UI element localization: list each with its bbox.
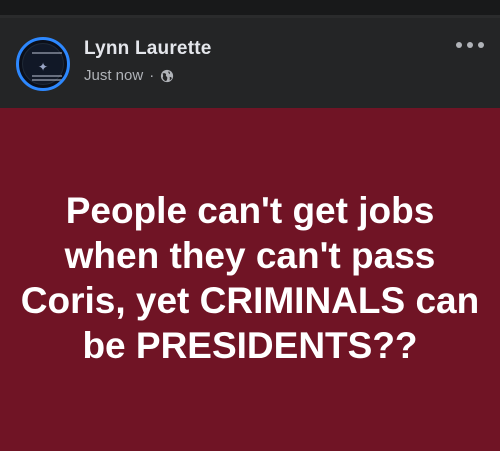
post-header: ✦ Lynn Laurette Just now · bbox=[0, 18, 500, 108]
post-meta: Just now · bbox=[84, 67, 174, 84]
post-background: People can't get jobs when they can't pa… bbox=[0, 108, 500, 451]
more-options-icon[interactable] bbox=[456, 38, 484, 52]
avatar[interactable]: ✦ bbox=[16, 37, 70, 91]
avatar-logo-text-line bbox=[32, 52, 62, 54]
top-bar bbox=[0, 0, 500, 18]
more-dot bbox=[456, 42, 462, 48]
more-dot bbox=[478, 42, 484, 48]
more-dot bbox=[467, 42, 473, 48]
avatar-logo-text-line bbox=[32, 79, 62, 81]
post-text: People can't get jobs when they can't pa… bbox=[20, 189, 480, 366]
badge-star-icon: ✦ bbox=[37, 60, 49, 74]
post-timestamp[interactable]: Just now bbox=[84, 67, 143, 84]
avatar-image: ✦ bbox=[22, 43, 64, 85]
meta-separator: · bbox=[149, 67, 155, 84]
author-name[interactable]: Lynn Laurette bbox=[84, 38, 212, 60]
avatar-logo-text-line bbox=[32, 75, 62, 77]
globe-icon[interactable] bbox=[160, 69, 174, 83]
